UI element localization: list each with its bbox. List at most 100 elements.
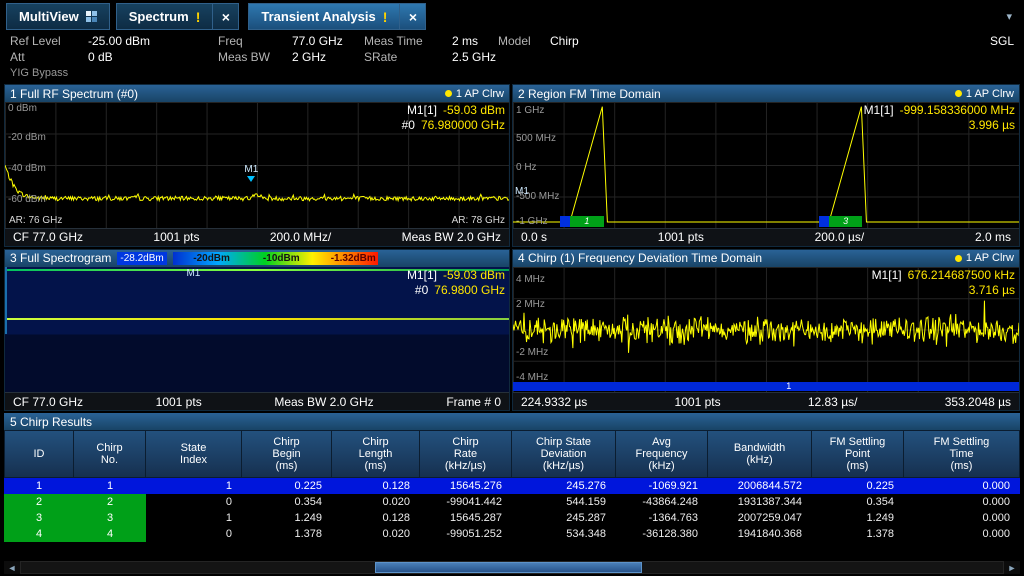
col-header-bandwidth: Bandwidth (kHz): [708, 430, 812, 478]
marker-value: -59.03 dBm: [443, 268, 505, 282]
att-value[interactable]: 0 dB: [88, 50, 218, 64]
scale-label: -10dBm: [263, 252, 300, 265]
cf-value: CF 77.0 GHz: [13, 230, 83, 244]
cf-value: CF 77.0 GHz: [13, 395, 83, 409]
sgl-badge: SGL: [990, 34, 1014, 48]
yig-bypass-label: YIG Bypass: [10, 67, 68, 79]
panel3-header[interactable]: 3 Full Spectrogram -28.2dBm -20dBm -10dB…: [5, 250, 509, 267]
y-tick: -1 GHz: [516, 216, 548, 227]
tab-bar: MultiView Spectrum ! × Transient Analysi…: [6, 3, 1018, 30]
col-header-avg-frequency: Avg Frequency (kHz): [616, 430, 708, 478]
horizontal-scrollbar[interactable]: ◄ ►: [4, 561, 1020, 574]
tab-spectrum-close-button[interactable]: ×: [212, 3, 239, 30]
scrollbar-track[interactable]: [20, 561, 1004, 574]
meas-bw-footer-value: Meas BW 2.0 GHz: [402, 230, 501, 244]
fm-time-domain-plot[interactable]: 1 GHz 500 MHz 0 Hz -500 MHz -1 GHz M1[1]…: [513, 102, 1019, 228]
col-header-id: ID: [4, 430, 74, 478]
col-header-chirp-state-deviation: Chirp State Deviation (kHz/µs): [512, 430, 616, 478]
meas-bw-value[interactable]: 2 GHz: [292, 50, 364, 64]
ref-level-label: Ref Level: [10, 34, 88, 48]
model-value[interactable]: Chirp: [550, 34, 579, 48]
scrollbar-thumb[interactable]: [375, 562, 642, 573]
m1-marker-flag[interactable]: M1: [515, 187, 529, 197]
m1-marker-flag[interactable]: M1: [186, 269, 200, 279]
model-label: Model: [498, 34, 550, 48]
chirp-region-3-segment: 3: [829, 216, 862, 227]
start-time-value: 0.0 s: [521, 230, 547, 244]
tab-transient-analysis[interactable]: Transient Analysis !: [248, 3, 400, 30]
marker-value: 76.980000 GHz: [421, 118, 505, 132]
panel2-trace-label: 1 AP Clrw: [966, 88, 1014, 100]
stop-time-value: 353.2048 µs: [945, 395, 1011, 409]
srate-label: SRate: [364, 50, 452, 64]
col-header-chirp-begin: Chirp Begin (ms): [242, 430, 332, 478]
settings-bar: Ref Level -25.00 dBm Freq 77.0 GHz Meas …: [10, 33, 1014, 83]
col-header-state-index: State Index: [146, 430, 242, 478]
points-value: 1001 pts: [658, 230, 704, 244]
points-value: 1001 pts: [675, 395, 721, 409]
tab-spectrum[interactable]: Spectrum !: [116, 3, 214, 30]
y-tick: 1 GHz: [516, 105, 544, 116]
rf-spectrum-plot[interactable]: 0 dBm -20 dBm -40 dBm -60 dBm M1[1]-59.0…: [5, 102, 509, 228]
stop-time-value: 2.0 ms: [975, 230, 1011, 244]
panel2-trace-legend: 1 AP Clrw: [955, 88, 1014, 100]
panel4-header[interactable]: 4 Chirp (1) Frequency Deviation Time Dom…: [513, 250, 1019, 267]
panel4-trace-label: 1 AP Clrw: [966, 252, 1014, 264]
meas-bw-footer-value: Meas BW 2.0 GHz: [274, 395, 373, 409]
scroll-left-icon[interactable]: ◄: [4, 563, 20, 573]
y-tick: -2 MHz: [516, 347, 548, 358]
start-time-value: 224.9332 µs: [521, 395, 587, 409]
app-window: MultiView Spectrum ! × Transient Analysi…: [0, 0, 1024, 576]
marker-name: M1[1]: [407, 103, 437, 117]
panel1-trace-label: 1 AP Clrw: [456, 88, 504, 100]
chirp-results-section: 5 Chirp Results ID Chirp No. State Index…: [4, 413, 1020, 559]
panel1-header[interactable]: 1 Full RF Spectrum (#0) 1 AP Clrw: [5, 85, 509, 102]
y-tick: 0 dBm: [8, 103, 37, 114]
spectrogram-edge-line: [5, 267, 7, 335]
panel2-header[interactable]: 2 Region FM Time Domain 1 AP Clrw: [513, 85, 1019, 102]
chirp-results-header[interactable]: 5 Chirp Results: [4, 413, 1020, 430]
y-tick: -60 dBm: [8, 194, 46, 205]
y-tick: -40 dBm: [8, 163, 46, 174]
srate-value[interactable]: 2.5 GHz: [452, 50, 496, 64]
chirp-detect-segment: [819, 216, 829, 227]
marker-name: #0: [402, 118, 415, 132]
settings-row-1: Ref Level -25.00 dBm Freq 77.0 GHz Meas …: [10, 33, 1014, 49]
multiview-grid-icon: [86, 11, 97, 22]
spectrogram-color-scale[interactable]: -20dBm -10dBm -1.32dBm: [173, 252, 378, 265]
y-tick: 0 Hz: [516, 162, 537, 173]
trace-dot-icon: [445, 90, 452, 97]
panel1-footer: CF 77.0 GHz 1001 pts 200.0 MHz/ Meas BW …: [5, 228, 509, 246]
tab-multiview[interactable]: MultiView: [6, 3, 110, 30]
analysis-region-left-label: AR: 76 GHz: [9, 215, 62, 226]
frequency-deviation-plot[interactable]: 4 MHz 2 MHz -2 MHz -4 MHz M1[1]676.21468…: [513, 267, 1019, 393]
points-value: 1001 pts: [153, 230, 199, 244]
tab-overflow-button[interactable]: ▾: [1000, 10, 1018, 23]
chirp-results-table: ID Chirp No. State Index Chirp Begin (ms…: [4, 430, 1020, 542]
analysis-region-right-label: AR: 78 GHz: [452, 215, 505, 226]
marker-value: 3.996 µs: [969, 118, 1015, 132]
scroll-right-icon[interactable]: ►: [1004, 563, 1020, 573]
settings-row-2: Att 0 dB Meas BW 2 GHz SRate 2.5 GHz: [10, 49, 1014, 65]
y-tick: 500 MHz: [516, 133, 556, 144]
ref-level-value[interactable]: -25.00 dBm: [88, 34, 218, 48]
spectrogram-scale-min: -28.2dBm: [117, 252, 166, 265]
meas-time-value[interactable]: 2 ms: [452, 34, 498, 48]
spectrogram-signal-line: [5, 318, 509, 320]
panel1-trace-legend: 1 AP Clrw: [445, 88, 504, 100]
time-per-div-value: 200.0 µs/: [815, 230, 865, 244]
att-label: Att: [10, 50, 88, 64]
marker-triangle-icon: [247, 176, 255, 182]
m1-marker-flag[interactable]: M1: [244, 165, 258, 182]
spectrogram-plot[interactable]: M1 M1[1]-59.03 dBm #076.9800 GHz: [5, 267, 509, 393]
trace-dot-icon: [955, 90, 962, 97]
marker-name: #0: [415, 283, 428, 297]
tab-transient-analysis-label: Transient Analysis: [261, 9, 375, 24]
tab-transient-analysis-close-button[interactable]: ×: [399, 3, 426, 30]
marker-value: 76.9800 GHz: [434, 283, 505, 297]
freq-value[interactable]: 77.0 GHz: [292, 34, 364, 48]
panel3-title: 3 Full Spectrogram: [10, 251, 111, 265]
trace-dot-icon: [955, 255, 962, 262]
panel1-title: 1 Full RF Spectrum (#0): [10, 87, 138, 101]
panel4-marker-readout: M1[1]676.214687500 kHz 3.716 µs: [872, 268, 1015, 298]
